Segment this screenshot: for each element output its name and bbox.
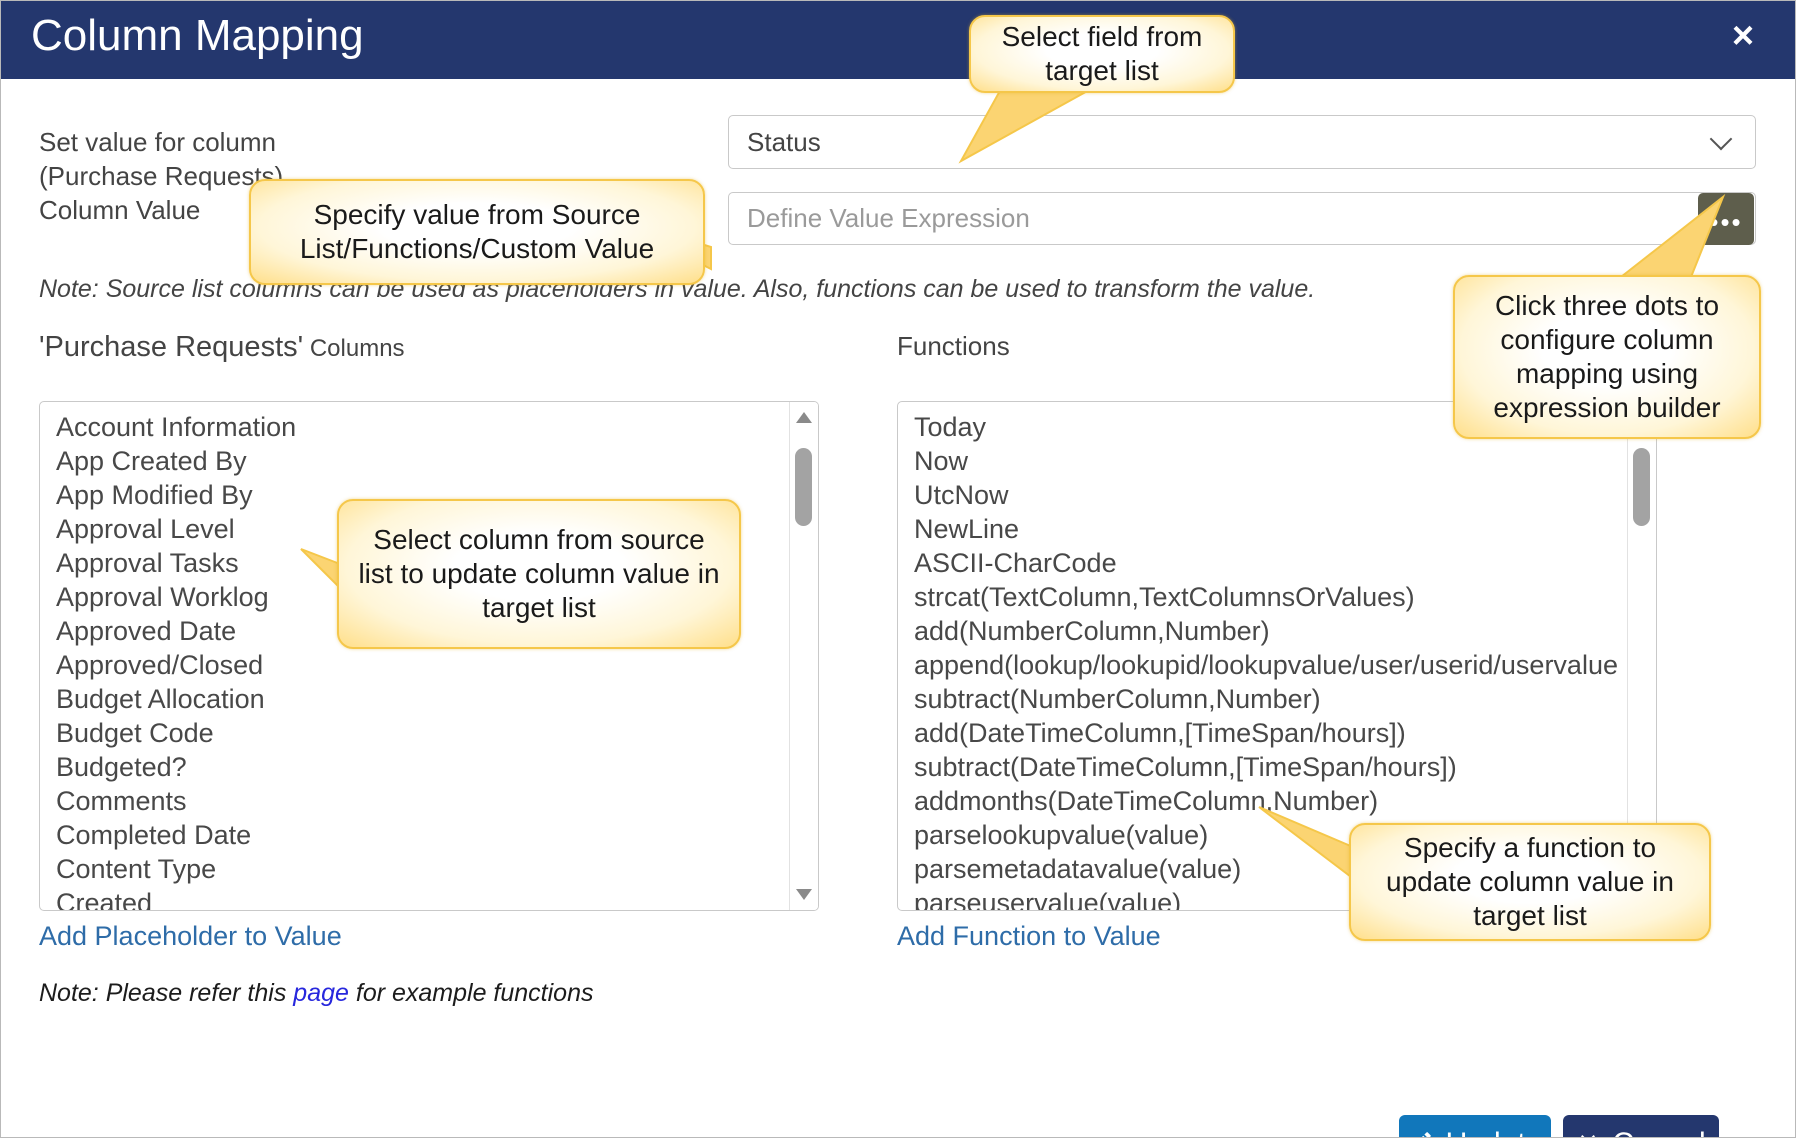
- functions-panel-heading: Functions: [897, 331, 1010, 361]
- list-item[interactable]: Approved/Closed: [40, 648, 790, 682]
- expression-builder-dots-button[interactable]: •••: [1698, 193, 1754, 245]
- list-item[interactable]: subtract(DateTimeColumn,[TimeSpan/hours]…: [898, 750, 1628, 784]
- list-item[interactable]: Completed Date: [40, 818, 790, 852]
- note-suffix: for example functions: [348, 979, 594, 1007]
- list-item[interactable]: UtcNow: [898, 478, 1628, 512]
- list-item[interactable]: NewLine: [898, 512, 1628, 546]
- value-expression-input[interactable]: [728, 192, 1756, 245]
- list-item[interactable]: subtract(NumberColumn,Number): [898, 682, 1628, 716]
- columns-word: Columns: [309, 335, 405, 362]
- callout-function: Specify a function to update column valu…: [1349, 823, 1711, 941]
- list-item[interactable]: ASCII-CharCode: [898, 546, 1628, 580]
- scrollbar-thumb[interactable]: [795, 448, 812, 526]
- callout-three-dots: Click three dots to configure column map…: [1453, 275, 1761, 439]
- pencil-icon: [1408, 1129, 1434, 1137]
- list-item[interactable]: Content Type: [40, 852, 790, 886]
- callout-select-field: Select field from target list: [969, 15, 1235, 93]
- page-title: Column Mapping: [31, 11, 364, 60]
- close-icon: [1576, 1130, 1600, 1137]
- list-item[interactable]: App Created By: [40, 444, 790, 478]
- scroll-up-icon[interactable]: [796, 412, 812, 423]
- scrollbar-thumb[interactable]: [1633, 448, 1650, 526]
- columns-scrollbar[interactable]: [789, 402, 818, 910]
- source-columns-list: Account Information App Created By App Mod…: [40, 410, 790, 910]
- cancel-button[interactable]: Cancel: [1563, 1115, 1719, 1137]
- callout-select-column: Select column from source list to update…: [337, 499, 741, 649]
- list-item[interactable]: Budget Allocation: [40, 682, 790, 716]
- list-item[interactable]: Budget Code: [40, 716, 790, 750]
- source-columns-listbox[interactable]: Account Information App Created By App Mod…: [39, 401, 819, 911]
- list-item[interactable]: append(lookup/lookupid/lookupvalue/user/…: [898, 648, 1628, 682]
- list-item[interactable]: addmonths(DateTimeColumn,Number): [898, 784, 1628, 818]
- note-prefix: Note: Please refer this: [39, 979, 294, 1007]
- add-function-to-value-link[interactable]: Add Function to Value: [897, 921, 1161, 952]
- scroll-down-icon[interactable]: [796, 889, 812, 900]
- columns-panel-heading: 'Purchase Requests' Columns: [39, 331, 405, 364]
- set-value-for-column-label: Set value for column (Purchase Requests): [39, 127, 284, 191]
- callout-source-value: Specify value from Source List/Functions…: [249, 179, 705, 285]
- list-item[interactable]: Created: [40, 886, 790, 910]
- update-button-label: Update: [1446, 1127, 1543, 1137]
- source-list-name: 'Purchase Requests': [39, 331, 304, 363]
- close-icon[interactable]: ×: [1721, 14, 1765, 58]
- list-item[interactable]: strcat(TextColumn,TextColumnsOrValues): [898, 580, 1628, 614]
- list-item[interactable]: Account Information: [40, 410, 790, 444]
- list-item[interactable]: add(DateTimeColumn,[TimeSpan/hours]): [898, 716, 1628, 750]
- cancel-button-label: Cancel: [1612, 1127, 1705, 1137]
- note-example-functions: Note: Please refer this page for example…: [39, 979, 594, 1008]
- column-value-label: Column Value: [39, 195, 201, 225]
- example-functions-page-link[interactable]: page: [293, 979, 349, 1007]
- add-placeholder-to-value-link[interactable]: Add Placeholder to Value: [39, 921, 342, 952]
- list-item[interactable]: Comments: [40, 784, 790, 818]
- target-field-select[interactable]: Status: [728, 115, 1756, 169]
- list-item[interactable]: add(NumberColumn,Number): [898, 614, 1628, 648]
- column-mapping-dialog: Column Mapping × Set value for column (P…: [0, 0, 1796, 1138]
- list-item[interactable]: Budgeted?: [40, 750, 790, 784]
- list-item[interactable]: Now: [898, 444, 1628, 478]
- dialog-header: Column Mapping ×: [1, 1, 1795, 79]
- update-button[interactable]: Update: [1399, 1115, 1551, 1137]
